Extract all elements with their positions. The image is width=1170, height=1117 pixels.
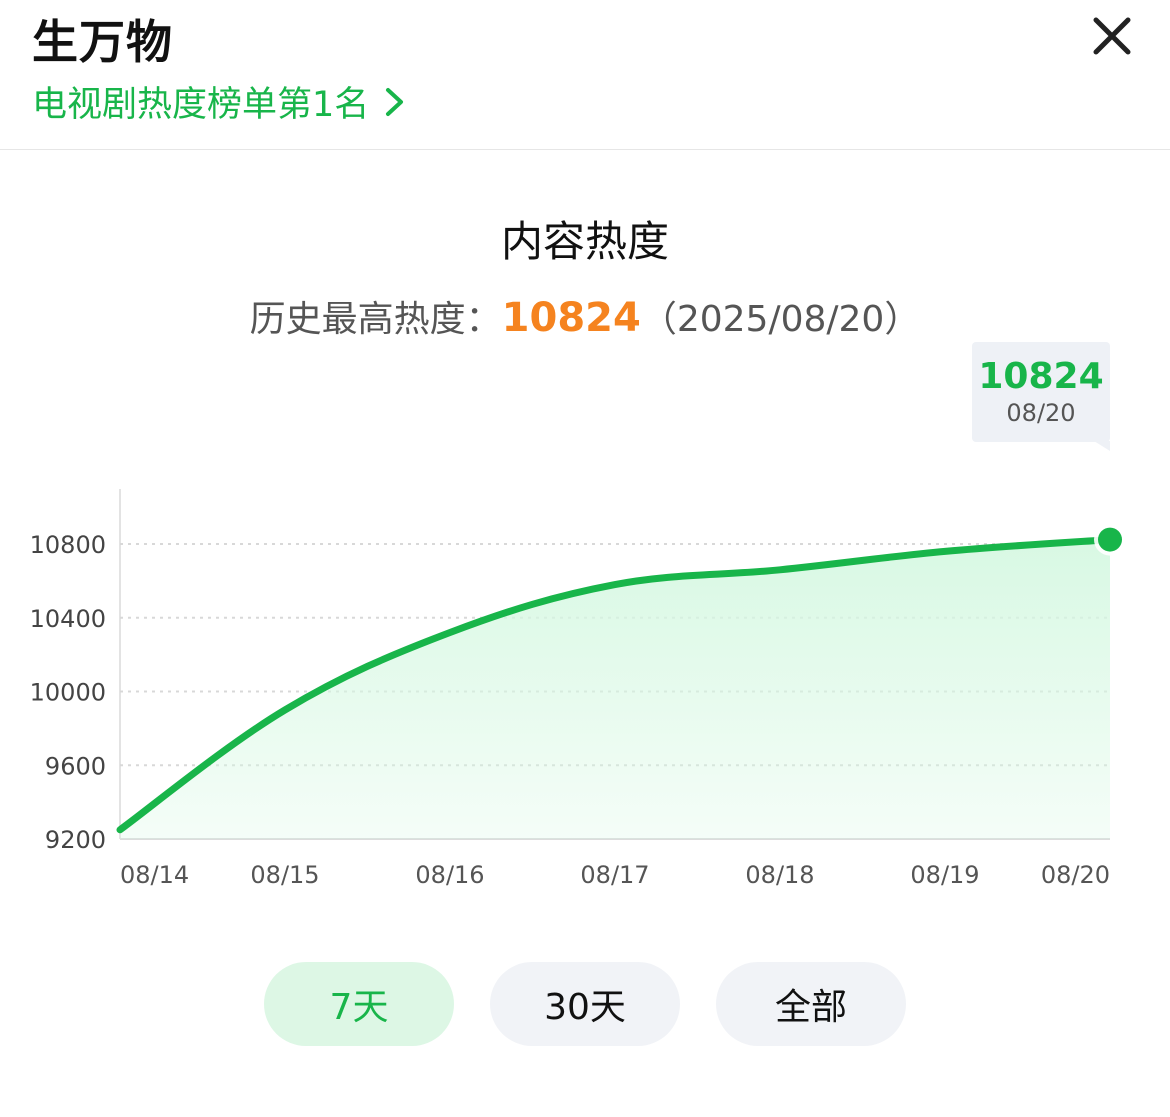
header: 生万物 电视剧热度榜单第1名 xyxy=(0,0,1170,150)
tab-all[interactable]: 全部 xyxy=(716,962,906,1046)
page-title: 生万物 xyxy=(32,15,173,69)
x-tick-label: 08/19 xyxy=(910,861,979,889)
highlight-point xyxy=(1098,527,1122,552)
close-icon[interactable] xyxy=(1088,12,1136,60)
record-value: 10824 xyxy=(501,295,641,341)
x-tick-label: 08/17 xyxy=(580,861,649,889)
x-tick-label: 08/16 xyxy=(415,861,484,889)
tooltip-value: 10824 xyxy=(978,356,1104,397)
rank-link[interactable]: 电视剧热度榜单第1名 xyxy=(32,76,407,127)
chevron-right-icon xyxy=(386,87,404,116)
x-tick-label: 08/18 xyxy=(745,861,814,889)
chart-tooltip: 10824 08/20 xyxy=(972,342,1110,442)
y-tick-label: 10000 xyxy=(30,679,106,707)
record-line: 历史最高热度：10824（2025/08/20） xyxy=(0,290,1170,342)
rank-link-label: 电视剧热度榜单第1名 xyxy=(32,85,370,125)
y-tick-label: 9200 xyxy=(45,826,106,854)
x-tick-label: 08/15 xyxy=(250,861,319,889)
tab-7-days[interactable]: 7天 xyxy=(264,962,454,1046)
x-tick-label: 08/14 xyxy=(120,861,189,889)
y-tick-label: 9600 xyxy=(45,752,106,780)
y-tick-label: 10800 xyxy=(30,531,106,559)
tab-30-days[interactable]: 30天 xyxy=(490,962,680,1046)
section-title: 内容热度 xyxy=(500,217,669,266)
record-date: （2025/08/20） xyxy=(640,299,921,340)
range-tabs: 7天 30天 全部 xyxy=(264,962,906,1046)
tooltip-tail xyxy=(1094,441,1110,451)
tooltip-date: 08/20 xyxy=(1006,399,1076,427)
x-tick-label: 08/20 xyxy=(1041,861,1110,889)
heat-chart[interactable]: 9200 9600 10000 10400 10800 08/14 08/15 08/16 08… xyxy=(0,460,1170,900)
record-label: 历史最高热度： xyxy=(249,299,502,340)
y-tick-label: 10400 xyxy=(30,605,106,633)
